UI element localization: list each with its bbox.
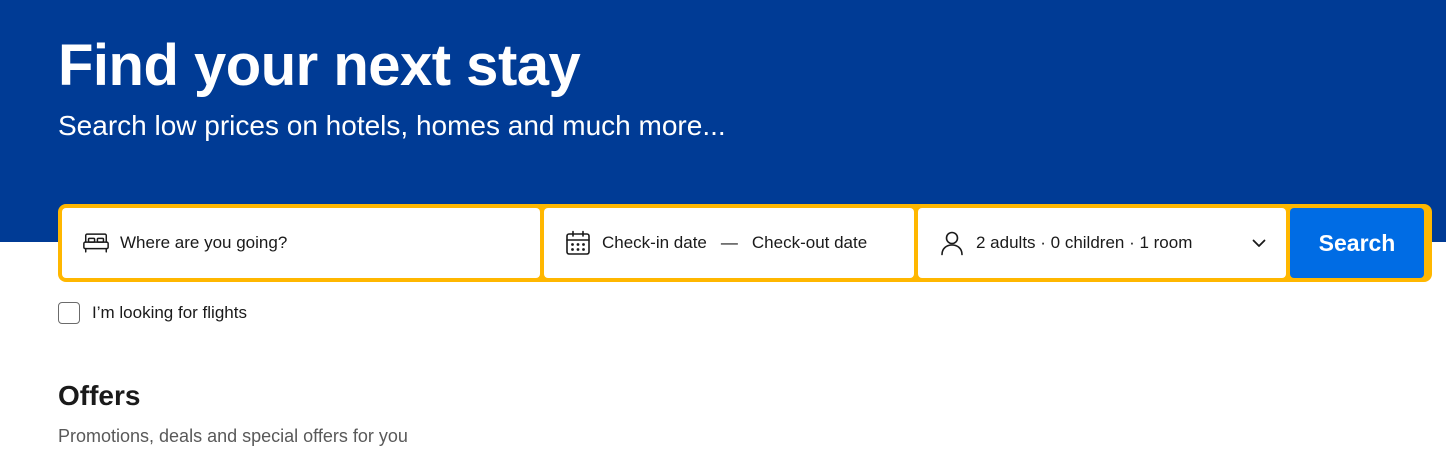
date-separator: —	[720, 233, 738, 252]
flights-option: I’m looking for flights	[58, 302, 247, 324]
guests-field[interactable]: 2 adults · 0 children · 1 room	[918, 208, 1286, 278]
bed-icon	[82, 229, 110, 257]
chevron-down-icon[interactable]	[1250, 234, 1268, 252]
hero-subtitle: Search low prices on hotels, homes and m…	[58, 110, 726, 141]
offers-title: Offers	[58, 380, 141, 411]
calendar-icon	[564, 229, 592, 257]
destination-field[interactable]	[62, 208, 540, 278]
guests-label: 2 adults · 0 children · 1 room	[976, 233, 1193, 252]
flights-checkbox[interactable]	[58, 302, 80, 324]
search-bar: Check-in date — Check-out date 2 adults …	[58, 204, 1432, 282]
checkout-label[interactable]: Check-out date	[752, 233, 867, 253]
destination-input[interactable]	[120, 233, 520, 253]
search-button[interactable]: Search	[1290, 208, 1424, 278]
offers-subtitle: Promotions, deals and special offers for…	[58, 426, 408, 446]
hero-title: Find your next stay	[58, 33, 581, 98]
checkin-label[interactable]: Check-in date	[602, 233, 707, 253]
flights-label[interactable]: I’m looking for flights	[92, 303, 247, 323]
dates-field[interactable]: Check-in date — Check-out date	[544, 208, 914, 278]
person-icon	[938, 229, 966, 257]
